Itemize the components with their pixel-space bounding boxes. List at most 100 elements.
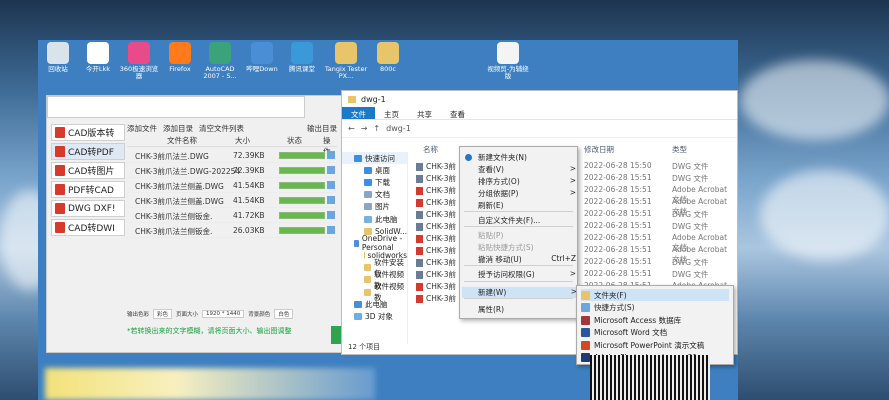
desktop-icon[interactable]: 腾讯课堂 xyxy=(280,42,324,73)
file-size: 41.54KB xyxy=(233,196,265,205)
desktop-icon-label: AutoCAD 2007 - S... xyxy=(203,65,237,80)
desktop-icon[interactable]: Tangix Tester PX... xyxy=(324,42,368,80)
table-row[interactable]: CHK-3前爪法兰侧钣金. 26.03KB xyxy=(127,224,337,238)
tab-home[interactable]: 主页 xyxy=(375,107,408,119)
nav-item[interactable]: 下载 xyxy=(342,176,407,188)
side-btn-3[interactable]: PDF转CAD xyxy=(51,181,125,198)
open-file-icon[interactable] xyxy=(327,211,335,219)
app-icon xyxy=(169,42,191,64)
file-type-icon xyxy=(581,353,590,362)
context-menu-item[interactable]: 属性(R) xyxy=(478,304,576,315)
table-row[interactable]: CHK-3前爪法兰.DWG-202254 72.39KB xyxy=(127,164,337,178)
tab-share[interactable]: 共享 xyxy=(408,107,441,119)
start-convert-button[interactable] xyxy=(331,326,341,344)
nav-item[interactable]: OneDrive - Personal xyxy=(342,234,407,252)
context-menu-item[interactable]: 刷新(E) xyxy=(478,200,576,211)
file-table-header: 文件名称 大小 状态 操作 xyxy=(127,135,337,156)
search-box[interactable] xyxy=(47,96,305,118)
file-date: 2022-06-28 15:51 xyxy=(584,209,652,218)
submenu-item[interactable]: Microsoft Access 数据库 xyxy=(581,314,729,326)
folder-icon xyxy=(364,191,372,199)
desktop-icon[interactable]: Firefox xyxy=(158,42,202,73)
back-icon[interactable]: ← xyxy=(348,124,355,133)
side-btn-4[interactable]: DWG DXF! xyxy=(51,200,125,217)
context-menu-item[interactable]: 粘贴(P) xyxy=(478,230,576,241)
file-date: 2022-06-28 15:51 xyxy=(584,173,652,182)
progress-bar xyxy=(279,152,325,159)
table-row[interactable]: CHK-3前爪法兰侧钣金. 41.72KB xyxy=(127,209,337,223)
up-icon[interactable]: ↑ xyxy=(373,124,380,133)
nav-item[interactable]: 桌面 xyxy=(342,164,407,176)
desktop-icon[interactable]: 800c xyxy=(366,42,410,73)
nav-item[interactable]: 软件视频教 xyxy=(342,282,407,302)
tab-view[interactable]: 查看 xyxy=(441,107,474,119)
file-type-icon xyxy=(581,290,590,300)
cad-icon xyxy=(55,222,65,233)
page-size-select[interactable]: 1920 * 1440 xyxy=(202,310,245,318)
desktop-icon-label: 360极速浏览器 xyxy=(119,65,159,80)
desktop-icon[interactable]: 360极速浏览器 xyxy=(117,42,161,80)
add-dir-button[interactable]: 添加目录 xyxy=(163,123,193,134)
context-menu-item[interactable]: 分组依据(P) > xyxy=(478,188,576,199)
pdf-icon xyxy=(416,295,423,303)
desktop-icon[interactable]: AutoCAD 2007 - S... xyxy=(198,42,242,80)
file-date: 2022-06-28 15:51 xyxy=(584,245,652,254)
nav-item[interactable]: 3D 对象 xyxy=(342,310,407,322)
desktop-icon[interactable]: 回收站 xyxy=(36,42,80,73)
context-menu-item[interactable]: 新建(W) > xyxy=(462,287,577,298)
cad-icon xyxy=(55,127,65,138)
table-row[interactable]: CHK-3前爪法兰侧盖.DWG 41.54KB xyxy=(127,194,337,208)
nav-item[interactable]: 文档 xyxy=(342,189,407,201)
file-size: 41.72KB xyxy=(233,211,265,220)
open-file-icon[interactable] xyxy=(327,196,335,204)
context-menu-item[interactable]: 粘贴快捷方式(S) xyxy=(478,242,576,253)
side-btn-1[interactable]: CAD转PDF xyxy=(51,143,125,160)
desktop-icon[interactable]: 哔哩Down xyxy=(240,42,284,73)
table-row[interactable]: CHK-3前爪法兰.DWG 72.39KB xyxy=(127,149,337,163)
file-date: 2022-06-28 15:51 xyxy=(584,269,652,278)
submenu-item[interactable]: Microsoft Word 文档 xyxy=(581,327,729,339)
desktop-icon-label: 腾讯课堂 xyxy=(289,65,315,73)
desktop-icon[interactable]: 视频剪-为辅绕版 xyxy=(486,42,530,80)
output-dir-button[interactable]: 输出目录 xyxy=(307,123,337,134)
folder-icon xyxy=(354,239,359,247)
bg-color-select[interactable]: 白色 xyxy=(274,309,294,319)
submenu-item[interactable]: 文件夹(F) xyxy=(581,289,729,301)
submenu-item[interactable]: Microsoft PowerPoint 演示文稿 xyxy=(581,339,729,351)
address-bar[interactable]: ← → ↑ dwg-1 xyxy=(342,120,737,138)
add-file-button[interactable]: 添加文件 xyxy=(127,123,157,134)
progress-fill xyxy=(280,228,324,233)
color-select[interactable]: 彩色 xyxy=(153,309,173,319)
side-btn-5[interactable]: CAD转DWI xyxy=(51,219,125,236)
file-type: DWG 文件 xyxy=(672,174,709,183)
desktop-icon-label: Tangix Tester PX... xyxy=(324,65,368,80)
side-btn-0[interactable]: CAD版本转 xyxy=(51,124,125,141)
clear-list-button[interactable]: 清空文件列表 xyxy=(199,123,244,134)
dwg-icon xyxy=(416,211,423,219)
open-file-icon[interactable] xyxy=(327,226,335,234)
open-file-icon[interactable] xyxy=(327,166,335,174)
open-file-icon[interactable] xyxy=(327,181,335,189)
menu-separator xyxy=(464,265,573,266)
file-type: DWG 文件 xyxy=(672,222,709,231)
file-name: CHK-3前爪法兰侧钣金. xyxy=(135,212,213,221)
tab-file[interactable]: 文件 xyxy=(342,107,375,119)
desktop-icon[interactable]: 今开Lkk xyxy=(76,42,120,73)
progress-bar xyxy=(279,197,325,204)
submenu-item[interactable]: 快捷方式(S) xyxy=(581,302,729,314)
context-menu-item[interactable]: 排序方式(O) > xyxy=(478,176,576,187)
nav-item[interactable]: 快速访问 xyxy=(342,152,407,165)
forward-icon[interactable]: → xyxy=(361,124,368,133)
nav-item[interactable]: 此电脑 xyxy=(342,213,407,225)
context-menu-item[interactable]: 授予访问权限(G) > xyxy=(478,269,576,280)
context-menu-item[interactable]: 自定义文件夹(F)... xyxy=(478,215,576,226)
context-menu-item[interactable]: 查看(V) > xyxy=(478,164,576,175)
file-name: CHK-3前爪法兰侧钣金. xyxy=(135,227,213,236)
context-menu-item[interactable]: 撤消 移动(U) Ctrl+Z xyxy=(478,254,576,265)
side-btn-2[interactable]: CAD转图片 xyxy=(51,162,125,179)
context-menu: 新建文件夹(N) 查看(V) > 排序方式(O) > 分组依据(P) > 刷新(E) 自定义文件… xyxy=(459,146,578,319)
open-file-icon[interactable] xyxy=(327,151,335,159)
table-row[interactable]: CHK-3前爪法兰侧盖.DWG 41.54KB xyxy=(127,179,337,193)
context-menu-item[interactable]: 新建文件夹(N) xyxy=(478,152,576,163)
nav-item[interactable]: 图片 xyxy=(342,201,407,213)
